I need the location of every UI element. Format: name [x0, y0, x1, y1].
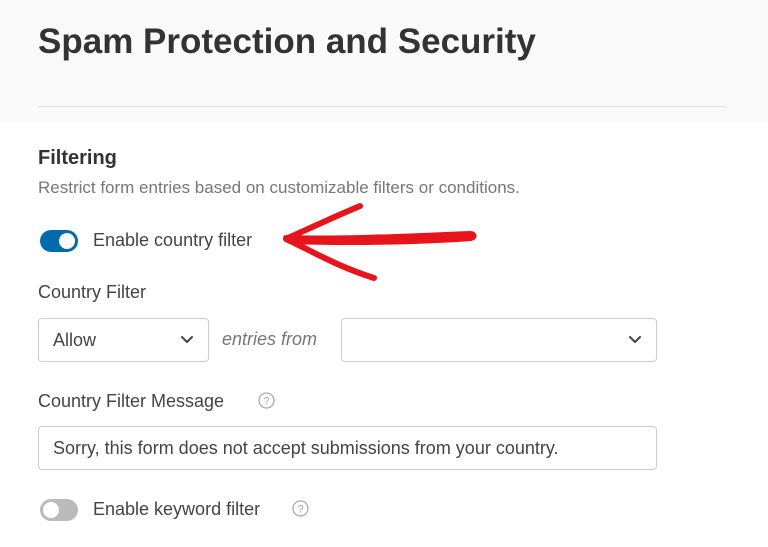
- filtering-description: Restrict form entries based on customiza…: [38, 178, 520, 197]
- filter-mode-value: Allow: [53, 330, 97, 350]
- svg-text:?: ?: [297, 504, 303, 516]
- toggle-knob: [43, 502, 59, 518]
- toggle-knob: [59, 233, 75, 249]
- country-filter-toggle-label[interactable]: Enable country filter: [93, 230, 252, 251]
- title-divider: [38, 106, 726, 107]
- hand-drawn-arrow-icon: [283, 203, 477, 281]
- country-select[interactable]: [341, 318, 657, 362]
- keyword-filter-toggle-label[interactable]: Enable keyword filter: [93, 499, 260, 520]
- chevron-down-icon: [629, 336, 641, 343]
- settings-page: Spam Protection and Security Filtering R…: [0, 0, 768, 547]
- filtering-heading: Filtering: [38, 147, 117, 169]
- svg-text:?: ?: [263, 396, 269, 408]
- country-filter-toggle[interactable]: [40, 230, 78, 252]
- keyword-filter-toggle[interactable]: [40, 499, 78, 521]
- chevron-down-icon: [181, 336, 193, 343]
- page-title: Spam Protection and Security: [38, 22, 536, 61]
- country-filter-message-input[interactable]: [38, 426, 657, 470]
- country-filter-label: Country Filter: [38, 282, 147, 302]
- question-circle-icon[interactable]: ?: [292, 500, 309, 517]
- question-circle-icon[interactable]: ?: [258, 392, 275, 409]
- entries-from-text: entries from: [222, 329, 318, 349]
- country-filter-message-label: Country Filter Message: [38, 391, 225, 411]
- filter-mode-select[interactable]: Allow: [38, 318, 209, 362]
